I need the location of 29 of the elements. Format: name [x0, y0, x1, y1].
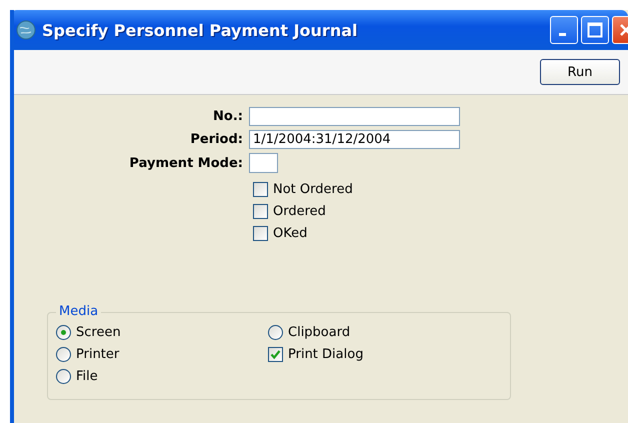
- field-label: Period:: [189, 132, 243, 147]
- input-field[interactable]: [249, 107, 460, 126]
- radio-label: Printer: [76, 346, 120, 362]
- maximize-button[interactable]: [581, 16, 609, 44]
- minimize-icon: [558, 32, 566, 36]
- checkbox-label: OKed: [273, 226, 308, 240]
- checkbox[interactable]: [253, 182, 268, 196]
- window-title: Specify Personnel Payment Journal: [42, 20, 358, 40]
- input-field[interactable]: [249, 153, 278, 173]
- radio-label: Clipboard: [288, 324, 350, 340]
- run-button[interactable]: Run: [540, 59, 620, 85]
- radio-button[interactable]: [268, 324, 283, 340]
- maximize-icon: [587, 22, 603, 38]
- radio-button[interactable]: [56, 324, 71, 340]
- globe-icon: [16, 20, 36, 40]
- radio-button[interactable]: [56, 368, 71, 384]
- checkbox[interactable]: [253, 226, 268, 240]
- checkbox-label: Print Dialog: [288, 346, 364, 362]
- checkbox[interactable]: [253, 204, 268, 218]
- field-label: Payment Mode:: [128, 156, 243, 170]
- checkbox-label: Not Ordered: [273, 182, 353, 196]
- field-label: No.:: [212, 109, 243, 124]
- input-field[interactable]: 1/1/2004:31/12/2004: [249, 130, 460, 149]
- minimize-button[interactable]: [550, 16, 578, 44]
- checkbox-label: Ordered: [273, 204, 326, 218]
- radio-button[interactable]: [56, 346, 71, 362]
- checkbox[interactable]: [268, 346, 283, 362]
- radio-label: Screen: [76, 324, 121, 340]
- radio-label: File: [76, 368, 98, 384]
